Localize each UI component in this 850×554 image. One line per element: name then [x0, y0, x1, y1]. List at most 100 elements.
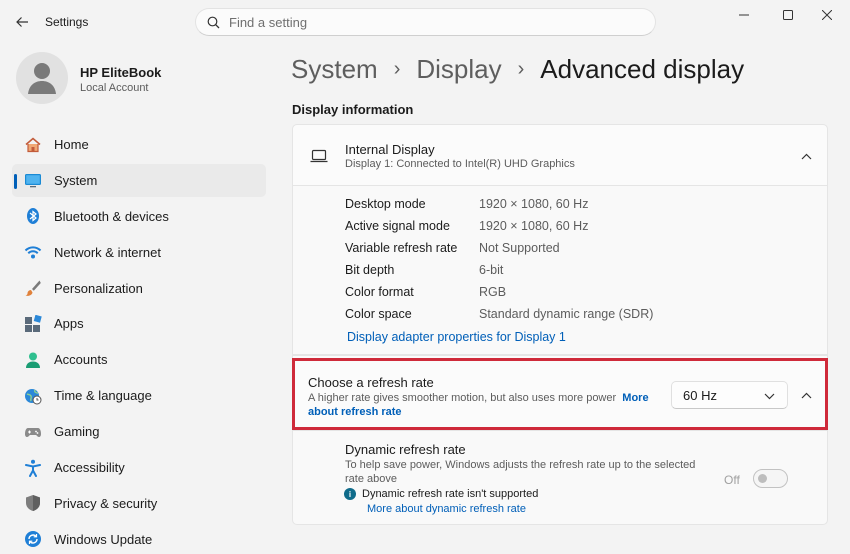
refresh-rate-dropdown[interactable]: 60 Hz — [671, 381, 788, 409]
chevron-up-icon[interactable] — [799, 388, 813, 402]
breadcrumb-system[interactable]: System — [291, 54, 378, 85]
gamepad-icon — [24, 423, 42, 441]
avatar[interactable] — [16, 52, 68, 104]
accounts-icon — [24, 351, 42, 369]
home-icon — [24, 136, 42, 154]
chevron-right-icon: › — [393, 57, 401, 80]
sidebar-item-label: Time & language — [54, 388, 152, 404]
info-label: Variable refresh rate — [345, 241, 458, 255]
search-icon — [207, 16, 220, 28]
info-label: Desktop mode — [345, 197, 426, 211]
dynamic-refresh-note-text: Dynamic refresh rate isn't supported — [362, 488, 539, 500]
dynamic-refresh-title: Dynamic refresh rate — [345, 442, 466, 457]
profile-subtitle: Local Account — [80, 82, 149, 94]
sidebar-item-system[interactable]: System — [12, 163, 266, 197]
sidebar-item-label: Windows Update — [54, 531, 153, 547]
search-box[interactable]: Find a setting — [195, 8, 656, 36]
toggle-state-label: Off — [724, 473, 740, 487]
refresh-rate-description: A higher rate gives smoother motion, but… — [308, 391, 658, 419]
sidebar-item-label: Network & internet — [54, 244, 161, 260]
sidebar-item-label: Gaming — [54, 424, 100, 440]
maximize-icon — [783, 10, 793, 20]
info-row: Active signal mode 1920 × 1080, 60 Hz — [345, 215, 588, 237]
sidebar-item-label: Apps — [54, 316, 84, 332]
minimize-icon — [739, 14, 749, 16]
info-row: Color space Standard dynamic range (SDR) — [345, 303, 653, 325]
info-value: Not Supported — [479, 241, 560, 255]
wifi-icon — [24, 243, 42, 261]
accessibility-icon — [24, 459, 42, 477]
more-about-dynamic-refresh-link[interactable]: More about dynamic refresh rate — [367, 503, 526, 515]
sidebar-item-network[interactable]: Network & internet — [12, 236, 266, 269]
profile-name: HP EliteBook — [80, 65, 162, 80]
sidebar-item-label: Accounts — [54, 352, 108, 368]
refresh-rate-selected: 60 Hz — [683, 387, 717, 403]
info-row: Color format RGB — [345, 281, 506, 303]
sidebar-item-accessibility[interactable]: Accessibility — [12, 451, 266, 484]
breadcrumb: System › Display › Advanced display — [291, 52, 744, 86]
display-adapter-properties-link[interactable]: Display adapter properties for Display 1 — [347, 330, 566, 344]
info-value: 1920 × 1080, 60 Hz — [479, 197, 589, 211]
sidebar-item-personalization[interactable]: Personalization — [12, 272, 266, 305]
sidebar-item-home[interactable]: Home — [12, 128, 266, 161]
sidebar-item-label: Bluetooth & devices — [54, 208, 169, 224]
sidebar-item-apps[interactable]: Apps — [12, 307, 266, 340]
info-row: Variable refresh rate Not Supported — [345, 237, 560, 259]
internal-display-card[interactable]: Internal Display Display 1: Connected to… — [292, 124, 828, 186]
sidebar-item-label: Accessibility — [54, 460, 125, 476]
breadcrumb-display[interactable]: Display — [416, 54, 501, 85]
display-title: Internal Display — [345, 142, 435, 157]
sidebar-nav: Home System Bluetooth & devices Network … — [12, 128, 266, 554]
display-subtitle: Display 1: Connected to Intel(R) UHD Gra… — [345, 158, 575, 170]
clock-globe-icon — [24, 387, 42, 405]
apps-icon — [24, 314, 42, 333]
brush-icon — [24, 279, 42, 297]
dynamic-refresh-panel: Dynamic refresh rate To help save power,… — [292, 431, 828, 525]
refresh-rate-description-text: A higher rate gives smoother motion, but… — [308, 392, 617, 404]
chevron-up-icon[interactable] — [799, 149, 813, 163]
dynamic-refresh-note: i Dynamic refresh rate isn't supported — [344, 488, 539, 500]
close-icon — [822, 10, 832, 20]
info-row: Bit depth 6-bit — [345, 259, 503, 281]
sidebar-item-bluetooth[interactable]: Bluetooth & devices — [12, 200, 266, 233]
display-info-panel: Desktop mode 1920 × 1080, 60 Hz Active s… — [292, 186, 828, 355]
info-value: 6-bit — [479, 263, 504, 277]
sidebar-item-windows-update[interactable]: Windows Update — [12, 523, 266, 554]
sidebar-item-label: Home — [54, 137, 89, 152]
sidebar-item-gaming[interactable]: Gaming — [12, 415, 266, 448]
shield-icon — [24, 494, 42, 512]
sidebar-item-privacy-security[interactable]: Privacy & security — [12, 487, 266, 520]
info-row: Desktop mode 1920 × 1080, 60 Hz — [345, 193, 588, 215]
update-icon — [24, 530, 42, 548]
info-value: 1920 × 1080, 60 Hz — [479, 219, 589, 233]
refresh-rate-title: Choose a refresh rate — [308, 375, 434, 390]
info-icon: i — [344, 488, 356, 500]
info-label: Active signal mode — [345, 219, 450, 233]
info-label: Bit depth — [345, 263, 395, 277]
section-title: Display information — [292, 102, 414, 117]
bluetooth-icon — [24, 207, 42, 225]
info-value: RGB — [479, 285, 507, 299]
chevron-down-icon — [762, 389, 776, 403]
sidebar-item-time-language[interactable]: Time & language — [12, 379, 266, 412]
laptop-icon — [310, 149, 328, 168]
system-icon — [24, 171, 42, 189]
close-button[interactable] — [804, 0, 850, 30]
refresh-rate-card: Choose a refresh rate A higher rate give… — [292, 355, 828, 431]
sidebar-item-label: Personalization — [54, 280, 143, 296]
info-value: Standard dynamic range (SDR) — [479, 307, 654, 321]
chevron-right-icon: › — [517, 57, 525, 80]
search-input[interactable]: Find a setting — [229, 15, 307, 30]
dynamic-refresh-toggle[interactable] — [753, 469, 788, 488]
info-label: Color space — [345, 307, 412, 321]
dynamic-refresh-description: To help save power, Windows adjusts the … — [345, 459, 696, 485]
sidebar-item-accounts[interactable]: Accounts — [12, 343, 266, 376]
info-label: Color format — [345, 285, 414, 299]
minimize-button[interactable] — [721, 0, 767, 30]
title-bar: Settings Find a setting — [0, 0, 850, 44]
back-button[interactable] — [8, 8, 36, 36]
toggle-knob — [758, 474, 767, 483]
page-title: Advanced display — [540, 53, 745, 84]
app-title: Settings — [45, 15, 89, 29]
sidebar-item-label: System — [54, 172, 98, 188]
